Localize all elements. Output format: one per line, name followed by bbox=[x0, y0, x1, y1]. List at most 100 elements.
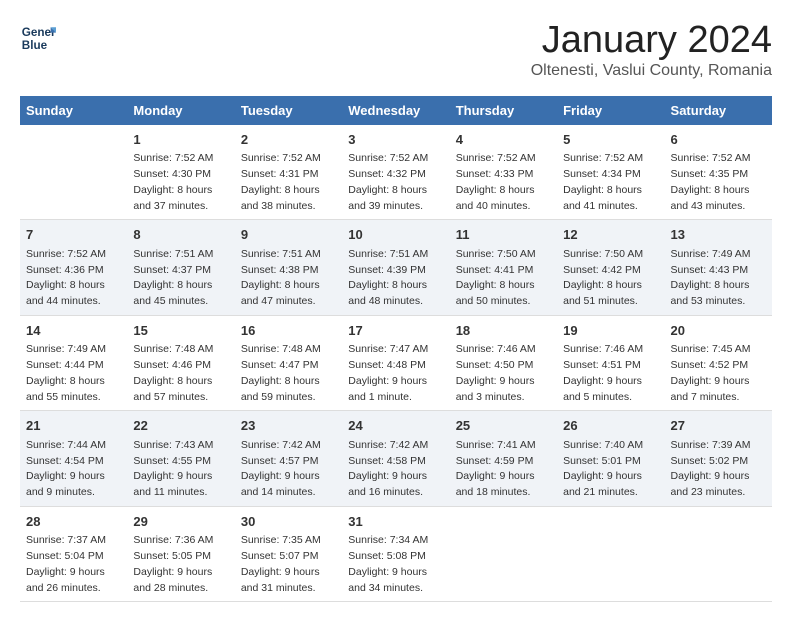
col-header-wednesday: Wednesday bbox=[342, 96, 449, 125]
cell-content: Sunrise: 7:52 AM Sunset: 4:31 PM Dayligh… bbox=[241, 151, 336, 214]
calendar-cell bbox=[665, 506, 772, 602]
header: General Blue January 2024 Oltenesti, Vas… bbox=[20, 20, 772, 80]
cell-content: Sunrise: 7:52 AM Sunset: 4:34 PM Dayligh… bbox=[563, 151, 658, 214]
calendar-cell: 4Sunrise: 7:52 AM Sunset: 4:33 PM Daylig… bbox=[450, 125, 557, 220]
logo: General Blue bbox=[20, 20, 56, 56]
cell-content: Sunrise: 7:46 AM Sunset: 4:51 PM Dayligh… bbox=[563, 342, 658, 405]
cell-content: Sunrise: 7:40 AM Sunset: 5:01 PM Dayligh… bbox=[563, 438, 658, 501]
calendar-cell: 27Sunrise: 7:39 AM Sunset: 5:02 PM Dayli… bbox=[665, 411, 772, 507]
calendar-cell bbox=[557, 506, 664, 602]
cell-content: Sunrise: 7:39 AM Sunset: 5:02 PM Dayligh… bbox=[671, 438, 766, 501]
calendar-cell: 16Sunrise: 7:48 AM Sunset: 4:47 PM Dayli… bbox=[235, 315, 342, 411]
calendar-cell: 23Sunrise: 7:42 AM Sunset: 4:57 PM Dayli… bbox=[235, 411, 342, 507]
calendar-cell: 31Sunrise: 7:34 AM Sunset: 5:08 PM Dayli… bbox=[342, 506, 449, 602]
calendar-cell: 17Sunrise: 7:47 AM Sunset: 4:48 PM Dayli… bbox=[342, 315, 449, 411]
day-number: 30 bbox=[241, 512, 336, 532]
calendar-cell: 12Sunrise: 7:50 AM Sunset: 4:42 PM Dayli… bbox=[557, 220, 664, 316]
cell-content: Sunrise: 7:51 AM Sunset: 4:39 PM Dayligh… bbox=[348, 247, 443, 310]
cell-content: Sunrise: 7:52 AM Sunset: 4:36 PM Dayligh… bbox=[26, 247, 121, 310]
week-row-1: 1Sunrise: 7:52 AM Sunset: 4:30 PM Daylig… bbox=[20, 125, 772, 220]
day-number: 14 bbox=[26, 321, 121, 341]
calendar-cell bbox=[20, 125, 127, 220]
day-number: 10 bbox=[348, 225, 443, 245]
day-number: 3 bbox=[348, 130, 443, 150]
day-number: 11 bbox=[456, 225, 551, 245]
calendar-cell: 7Sunrise: 7:52 AM Sunset: 4:36 PM Daylig… bbox=[20, 220, 127, 316]
col-header-friday: Friday bbox=[557, 96, 664, 125]
calendar-cell: 25Sunrise: 7:41 AM Sunset: 4:59 PM Dayli… bbox=[450, 411, 557, 507]
cell-content: Sunrise: 7:48 AM Sunset: 4:46 PM Dayligh… bbox=[133, 342, 228, 405]
day-number: 24 bbox=[348, 416, 443, 436]
subtitle: Oltenesti, Vaslui County, Romania bbox=[531, 62, 772, 80]
calendar-cell: 22Sunrise: 7:43 AM Sunset: 4:55 PM Dayli… bbox=[127, 411, 234, 507]
cell-content: Sunrise: 7:52 AM Sunset: 4:32 PM Dayligh… bbox=[348, 151, 443, 214]
cell-content: Sunrise: 7:34 AM Sunset: 5:08 PM Dayligh… bbox=[348, 533, 443, 596]
day-number: 15 bbox=[133, 321, 228, 341]
cell-content: Sunrise: 7:42 AM Sunset: 4:58 PM Dayligh… bbox=[348, 438, 443, 501]
calendar-cell: 6Sunrise: 7:52 AM Sunset: 4:35 PM Daylig… bbox=[665, 125, 772, 220]
day-number: 17 bbox=[348, 321, 443, 341]
calendar-cell: 28Sunrise: 7:37 AM Sunset: 5:04 PM Dayli… bbox=[20, 506, 127, 602]
cell-content: Sunrise: 7:52 AM Sunset: 4:33 PM Dayligh… bbox=[456, 151, 551, 214]
day-number: 20 bbox=[671, 321, 766, 341]
col-header-saturday: Saturday bbox=[665, 96, 772, 125]
cell-content: Sunrise: 7:48 AM Sunset: 4:47 PM Dayligh… bbox=[241, 342, 336, 405]
day-number: 1 bbox=[133, 130, 228, 150]
week-row-5: 28Sunrise: 7:37 AM Sunset: 5:04 PM Dayli… bbox=[20, 506, 772, 602]
day-number: 31 bbox=[348, 512, 443, 532]
calendar-cell: 21Sunrise: 7:44 AM Sunset: 4:54 PM Dayli… bbox=[20, 411, 127, 507]
day-number: 19 bbox=[563, 321, 658, 341]
cell-content: Sunrise: 7:49 AM Sunset: 4:43 PM Dayligh… bbox=[671, 247, 766, 310]
day-number: 4 bbox=[456, 130, 551, 150]
day-number: 25 bbox=[456, 416, 551, 436]
day-number: 6 bbox=[671, 130, 766, 150]
calendar-cell: 5Sunrise: 7:52 AM Sunset: 4:34 PM Daylig… bbox=[557, 125, 664, 220]
cell-content: Sunrise: 7:51 AM Sunset: 4:37 PM Dayligh… bbox=[133, 247, 228, 310]
col-header-tuesday: Tuesday bbox=[235, 96, 342, 125]
calendar-cell: 29Sunrise: 7:36 AM Sunset: 5:05 PM Dayli… bbox=[127, 506, 234, 602]
calendar-table: SundayMondayTuesdayWednesdayThursdayFrid… bbox=[20, 96, 772, 603]
calendar-cell bbox=[450, 506, 557, 602]
svg-text:Blue: Blue bbox=[22, 39, 48, 52]
cell-content: Sunrise: 7:49 AM Sunset: 4:44 PM Dayligh… bbox=[26, 342, 121, 405]
calendar-cell: 8Sunrise: 7:51 AM Sunset: 4:37 PM Daylig… bbox=[127, 220, 234, 316]
calendar-cell: 20Sunrise: 7:45 AM Sunset: 4:52 PM Dayli… bbox=[665, 315, 772, 411]
cell-content: Sunrise: 7:46 AM Sunset: 4:50 PM Dayligh… bbox=[456, 342, 551, 405]
day-number: 27 bbox=[671, 416, 766, 436]
calendar-cell: 24Sunrise: 7:42 AM Sunset: 4:58 PM Dayli… bbox=[342, 411, 449, 507]
title-block: January 2024 Oltenesti, Vaslui County, R… bbox=[531, 20, 772, 80]
cell-content: Sunrise: 7:35 AM Sunset: 5:07 PM Dayligh… bbox=[241, 533, 336, 596]
col-header-sunday: Sunday bbox=[20, 96, 127, 125]
calendar-cell: 3Sunrise: 7:52 AM Sunset: 4:32 PM Daylig… bbox=[342, 125, 449, 220]
main-title: January 2024 bbox=[531, 20, 772, 62]
day-number: 8 bbox=[133, 225, 228, 245]
col-header-monday: Monday bbox=[127, 96, 234, 125]
calendar-cell: 30Sunrise: 7:35 AM Sunset: 5:07 PM Dayli… bbox=[235, 506, 342, 602]
day-number: 12 bbox=[563, 225, 658, 245]
week-row-4: 21Sunrise: 7:44 AM Sunset: 4:54 PM Dayli… bbox=[20, 411, 772, 507]
col-header-thursday: Thursday bbox=[450, 96, 557, 125]
cell-content: Sunrise: 7:44 AM Sunset: 4:54 PM Dayligh… bbox=[26, 438, 121, 501]
day-number: 23 bbox=[241, 416, 336, 436]
calendar-cell: 18Sunrise: 7:46 AM Sunset: 4:50 PM Dayli… bbox=[450, 315, 557, 411]
calendar-cell: 14Sunrise: 7:49 AM Sunset: 4:44 PM Dayli… bbox=[20, 315, 127, 411]
calendar-cell: 11Sunrise: 7:50 AM Sunset: 4:41 PM Dayli… bbox=[450, 220, 557, 316]
cell-content: Sunrise: 7:41 AM Sunset: 4:59 PM Dayligh… bbox=[456, 438, 551, 501]
day-number: 13 bbox=[671, 225, 766, 245]
cell-content: Sunrise: 7:50 AM Sunset: 4:42 PM Dayligh… bbox=[563, 247, 658, 310]
calendar-cell: 1Sunrise: 7:52 AM Sunset: 4:30 PM Daylig… bbox=[127, 125, 234, 220]
cell-content: Sunrise: 7:45 AM Sunset: 4:52 PM Dayligh… bbox=[671, 342, 766, 405]
week-row-2: 7Sunrise: 7:52 AM Sunset: 4:36 PM Daylig… bbox=[20, 220, 772, 316]
calendar-cell: 10Sunrise: 7:51 AM Sunset: 4:39 PM Dayli… bbox=[342, 220, 449, 316]
day-number: 9 bbox=[241, 225, 336, 245]
cell-content: Sunrise: 7:36 AM Sunset: 5:05 PM Dayligh… bbox=[133, 533, 228, 596]
day-number: 2 bbox=[241, 130, 336, 150]
calendar-cell: 26Sunrise: 7:40 AM Sunset: 5:01 PM Dayli… bbox=[557, 411, 664, 507]
cell-content: Sunrise: 7:52 AM Sunset: 4:30 PM Dayligh… bbox=[133, 151, 228, 214]
day-number: 22 bbox=[133, 416, 228, 436]
calendar-cell: 19Sunrise: 7:46 AM Sunset: 4:51 PM Dayli… bbox=[557, 315, 664, 411]
cell-content: Sunrise: 7:37 AM Sunset: 5:04 PM Dayligh… bbox=[26, 533, 121, 596]
day-number: 7 bbox=[26, 225, 121, 245]
calendar-cell: 15Sunrise: 7:48 AM Sunset: 4:46 PM Dayli… bbox=[127, 315, 234, 411]
logo-icon: General Blue bbox=[20, 20, 56, 56]
